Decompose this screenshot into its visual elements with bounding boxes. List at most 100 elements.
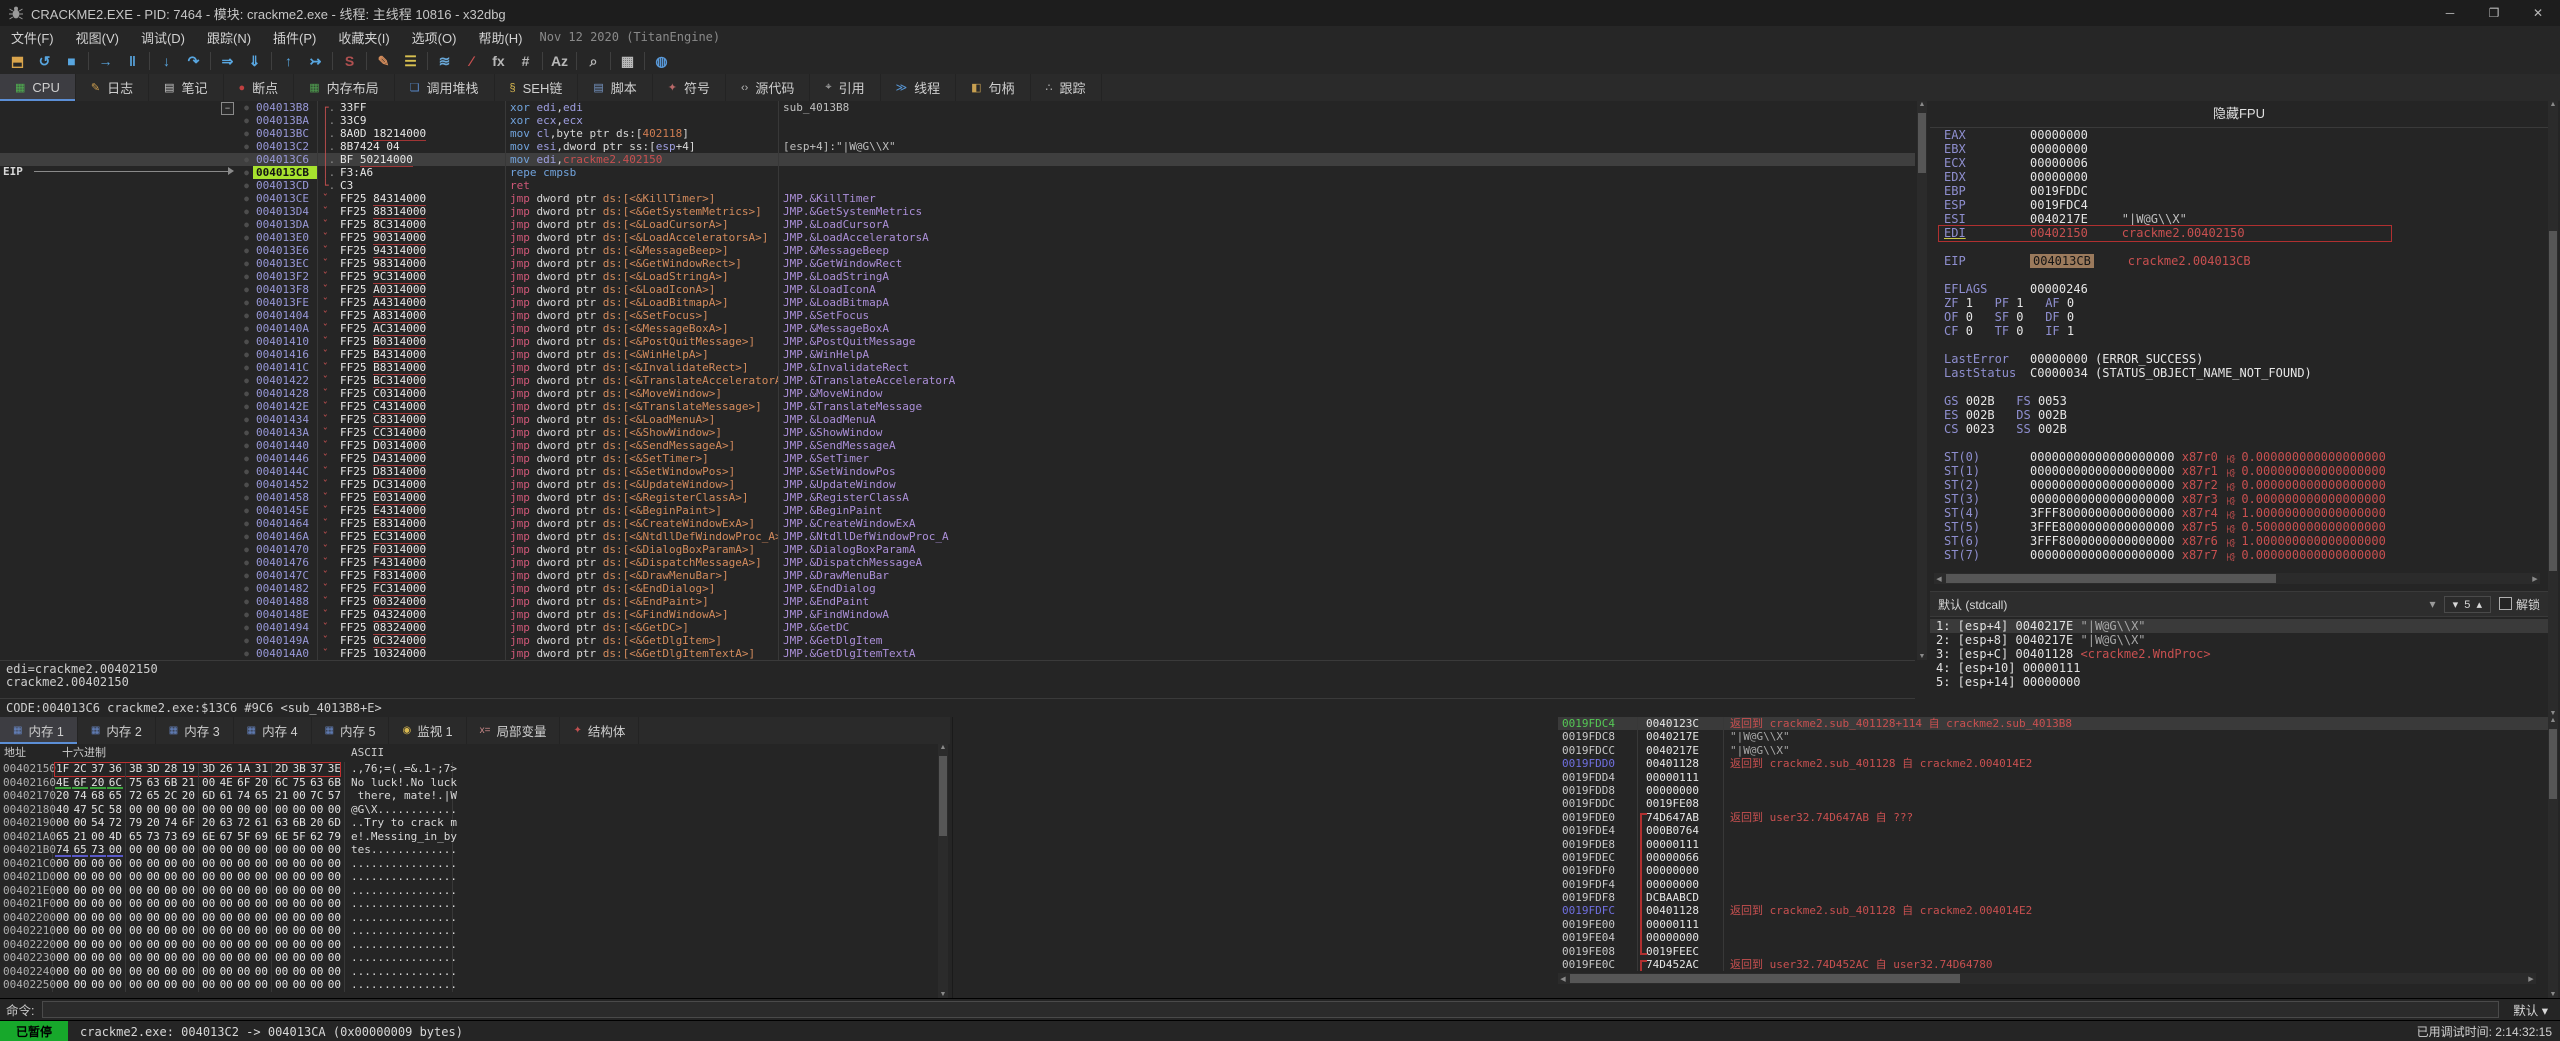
stack-row[interactable]: 0019FDEC00000066 (1558, 851, 2548, 864)
minimize-button[interactable]: ─ (2428, 0, 2472, 26)
breakpoint-dot-icon[interactable]: ● (240, 101, 253, 114)
register-row-eax[interactable]: EAX00000000 (1930, 128, 2548, 142)
argument-row[interactable]: 1: [esp+4] 0040217E "|W@G\\X" (1930, 619, 2548, 633)
step-into-icon[interactable]: ↓ (153, 50, 180, 72)
dump-row[interactable]: 004021C000000000000000000000000000000000… (0, 857, 950, 871)
argument-count-spinner[interactable]: ▾ 5 ▴ (2444, 596, 2491, 613)
stack-row[interactable]: 0019FE0000000111 (1558, 918, 2548, 931)
registers-scrollbar[interactable]: ▲▼ (2548, 101, 2558, 717)
register-row-edi[interactable]: EDI00402150crackme2.00402150 (1930, 226, 2548, 240)
disasm-row[interactable]: ●0040143AˇFF25 CC314000jmp dword ptr ds:… (0, 426, 1915, 439)
dump-tab-监视 1[interactable]: ◉监视 1 (389, 717, 466, 744)
dump-tab-局部变量[interactable]: x=局部变量 (467, 717, 561, 744)
disasm-row[interactable]: ●004013BC│.8A0D 18214000mov cl,byte ptr … (0, 127, 1915, 140)
register-row-eflags[interactable]: EFLAGS00000246 (1930, 282, 2548, 296)
disasm-row[interactable]: ●00401488ˇFF25 00324000jmp dword ptr ds:… (0, 595, 1915, 608)
globe-icon[interactable]: ◍ (648, 50, 675, 72)
breakpoint-dot-icon[interactable]: ● (240, 348, 253, 361)
skip-icon[interactable]: ⇓ (241, 50, 268, 72)
stack-hscrollbar[interactable]: ◀▶ (1558, 973, 2536, 984)
stack-row[interactable]: 0019FDF000000000 (1558, 864, 2548, 877)
disasm-row[interactable]: ●004013F2ˇFF25 9C314000jmp dword ptr ds:… (0, 270, 1915, 283)
disasm-row[interactable]: ●00401476ˇFF25 F4314000jmp dword ptr ds:… (0, 556, 1915, 569)
stack-row[interactable]: 0019FDD400000111 (1558, 771, 2548, 784)
disassembly-scrollbar[interactable]: ▲▼ (1917, 101, 1927, 660)
breakpoint-dot-icon[interactable]: ● (240, 205, 253, 218)
restart-icon[interactable]: ↺ (31, 50, 58, 72)
hide-fpu-button[interactable]: 隐藏FPU (1930, 101, 2548, 128)
disasm-row[interactable]: ●004013ECˇFF25 98314000jmp dword ptr ds:… (0, 257, 1915, 270)
breakpoint-dot-icon[interactable]: ● (240, 647, 253, 660)
argument-row[interactable]: 4: [esp+10] 00000111 (1930, 661, 2548, 675)
disasm-row[interactable]: ●0040148EˇFF25 04324000jmp dword ptr ds:… (0, 608, 1915, 621)
dump-row[interactable]: 004021F000000000000000000000000000000000… (0, 897, 950, 911)
disasm-row[interactable]: ●004013D4ˇFF25 88314000jmp dword ptr ds:… (0, 205, 1915, 218)
dump-row[interactable]: 0040222000000000000000000000000000000000… (0, 938, 950, 952)
disasm-row[interactable]: ●00401440ˇFF25 D0314000jmp dword ptr ds:… (0, 439, 1915, 452)
maximize-button[interactable]: ❐ (2472, 0, 2516, 26)
tab-内存布局[interactable]: ▦内存布局 (294, 74, 394, 101)
breakpoint-dot-icon[interactable]: ● (240, 114, 253, 127)
dump-row[interactable]: 004021A06521004D657373696E675F696E5F6279… (0, 830, 950, 844)
open-file-icon[interactable]: ⬒ (4, 50, 31, 72)
register-row-eip[interactable]: EIP004013CBcrackme2.004013CB (1930, 254, 2548, 268)
pencil-icon[interactable]: ✎ (370, 50, 397, 72)
highlight-icon[interactable]: ∕ (458, 50, 485, 72)
disasm-row[interactable]: ●00401494ˇFF25 08324000jmp dword ptr ds:… (0, 621, 1915, 634)
register-row-last-status[interactable]: LastStatusC0000034 (STATUS_OBJECT_NAME_N… (1930, 366, 2548, 380)
stack-row[interactable]: 0019FDE4000B0764 (1558, 824, 2548, 837)
st-register-row[interactable]: ST(0)00000000000000000000 x87r0 空 0.0000… (1930, 450, 2548, 464)
dump-row[interactable]: 004021501F2C37363B3D28193D261A312D3B373E… (0, 762, 950, 776)
disasm-row[interactable]: ●0040149AˇFF25 0C324000jmp dword ptr ds:… (0, 634, 1915, 647)
close-button[interactable]: ✕ (2516, 0, 2560, 26)
search-icon[interactable]: ⌕ (580, 50, 607, 72)
tab-线程[interactable]: ≫线程 (881, 74, 957, 101)
stack-row[interactable]: 0019FE0C74D452AC返回到 user32.74D452AC 自 us… (1558, 958, 2548, 971)
stack-row[interactable]: 0019FDE800000111 (1558, 838, 2548, 851)
hash-icon[interactable]: # (512, 50, 539, 72)
breakpoint-dot-icon[interactable]: ● (240, 322, 253, 335)
dump-tab-内存 5[interactable]: ▦内存 5 (312, 717, 390, 744)
dump-tab-内存 2[interactable]: ▦内存 2 (78, 717, 156, 744)
st-register-row[interactable]: ST(5)3FFE8000000000000000 x87r5 空 0.5000… (1930, 520, 2548, 534)
breakpoint-dot-icon[interactable]: ● (240, 192, 253, 205)
menu-item[interactable]: 视图(V) (65, 28, 130, 47)
breakpoint-dot-icon[interactable]: ● (240, 621, 253, 634)
dump-tab-结构体[interactable]: ✦结构体 (560, 717, 639, 744)
menu-item[interactable]: 帮助(H) (467, 28, 533, 47)
disasm-row[interactable]: ●00401410ˇFF25 B0314000jmp dword ptr ds:… (0, 335, 1915, 348)
breakpoint-dot-icon[interactable]: ● (240, 465, 253, 478)
breakpoint-dot-icon[interactable]: ● (240, 439, 253, 452)
breakpoint-dot-icon[interactable]: ● (240, 283, 253, 296)
breakpoint-dot-icon[interactable]: ● (240, 556, 253, 569)
stack-row[interactable]: 0019FDF8DCBAABCD (1558, 891, 2548, 904)
tab-日志[interactable]: ✎日志 (76, 74, 149, 101)
disasm-row[interactable]: ●0040140AˇFF25 AC314000jmp dword ptr ds:… (0, 322, 1915, 335)
tab-跟踪[interactable]: ∴跟踪 (1031, 74, 1102, 101)
breakpoint-dot-icon[interactable]: ● (240, 582, 253, 595)
disasm-row[interactable]: ●0040147CˇFF25 F8314000jmp dword ptr ds:… (0, 569, 1915, 582)
breakpoint-dot-icon[interactable]: ● (240, 166, 253, 179)
register-row-esi[interactable]: ESI0040217E"|W@G\\X" (1930, 212, 2548, 226)
register-row-esp[interactable]: ESP0019FDC4 (1930, 198, 2548, 212)
breakpoint-dot-icon[interactable]: ● (240, 530, 253, 543)
stack-row[interactable]: 0019FDE074D647AB返回到 user32.74D647AB 自 ??… (1558, 811, 2548, 824)
calling-convention-select[interactable]: 默认 (stdcall) (1938, 596, 2007, 613)
dump-row[interactable]: 0040221000000000000000000000000000000000… (0, 924, 950, 938)
breakpoint-dot-icon[interactable]: ● (240, 244, 253, 257)
st-register-row[interactable]: ST(3)00000000000000000000 x87r3 空 0.0000… (1930, 492, 2548, 506)
dump-row[interactable]: 0040224000000000000000000000000000000000… (0, 965, 950, 979)
breakpoint-dot-icon[interactable]: ● (240, 387, 253, 400)
disasm-row[interactable]: ●004013FEˇFF25 A4314000jmp dword ptr ds:… (0, 296, 1915, 309)
argument-row[interactable]: 3: [esp+C] 00401128 <crackme2.WndProc> (1930, 647, 2548, 661)
disasm-row[interactable]: ●004013BA│.33C9xor ecx,ecx (0, 114, 1915, 127)
breakpoint-dot-icon[interactable]: ● (240, 309, 253, 322)
stack-row[interactable]: 0019FDC40040123C返回到 crackme2.sub_401128+… (1558, 717, 2548, 730)
breakpoint-dot-icon[interactable]: ● (240, 413, 253, 426)
tab-脚本[interactable]: ▤脚本 (578, 74, 652, 101)
breakpoint-dot-icon[interactable]: ● (240, 296, 253, 309)
unlock-checkbox[interactable]: 解锁 (2499, 596, 2540, 613)
breakpoint-dot-icon[interactable]: ● (240, 569, 253, 582)
disasm-row[interactable]: ●0040141CˇFF25 B8314000jmp dword ptr ds:… (0, 361, 1915, 374)
breakpoint-dot-icon[interactable]: ● (240, 179, 253, 192)
